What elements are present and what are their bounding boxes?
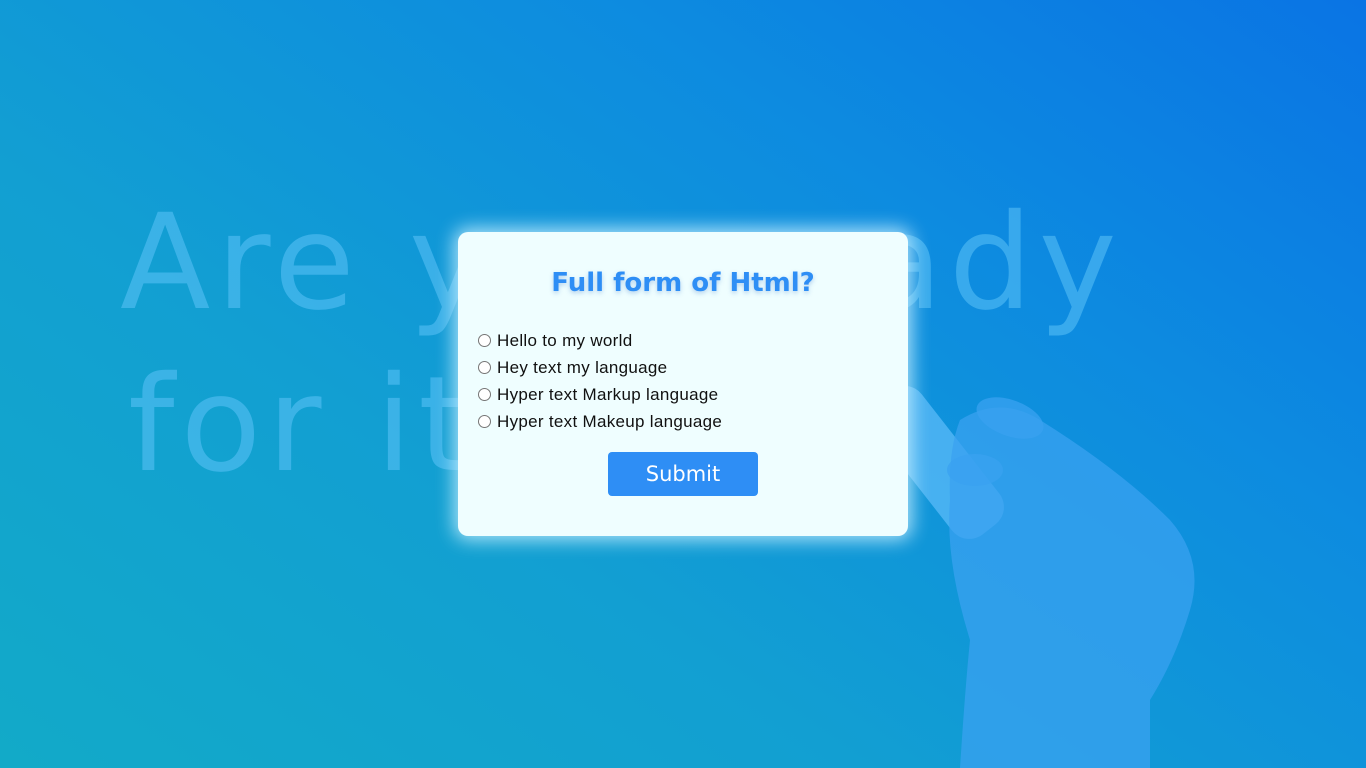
- quiz-title: Full form of Html?: [551, 268, 815, 298]
- option-3-radio[interactable]: [478, 388, 491, 401]
- option-2-label: Hey text my language: [497, 357, 668, 377]
- hand-illustration: [869, 385, 1195, 768]
- option-4-radio[interactable]: [478, 415, 491, 428]
- option-3-label: Hyper text Markup language: [497, 384, 719, 404]
- option-4[interactable]: Hyper text Makeup language: [478, 408, 722, 435]
- option-2[interactable]: Hey text my language: [478, 354, 722, 381]
- option-1[interactable]: Hello to my world: [478, 327, 722, 354]
- option-3[interactable]: Hyper text Markup language: [478, 381, 722, 408]
- option-1-radio[interactable]: [478, 334, 491, 347]
- chalk-text-line2: for it: [128, 348, 476, 502]
- option-4-label: Hyper text Makeup language: [497, 411, 723, 431]
- option-2-radio[interactable]: [478, 361, 491, 374]
- option-1-label: Hello to my world: [497, 330, 633, 350]
- quiz-card: Full form of Html? Hello to my world Hey…: [458, 232, 908, 536]
- submit-button[interactable]: Submit: [608, 452, 758, 496]
- answer-options: Hello to my world Hey text my language H…: [478, 327, 722, 435]
